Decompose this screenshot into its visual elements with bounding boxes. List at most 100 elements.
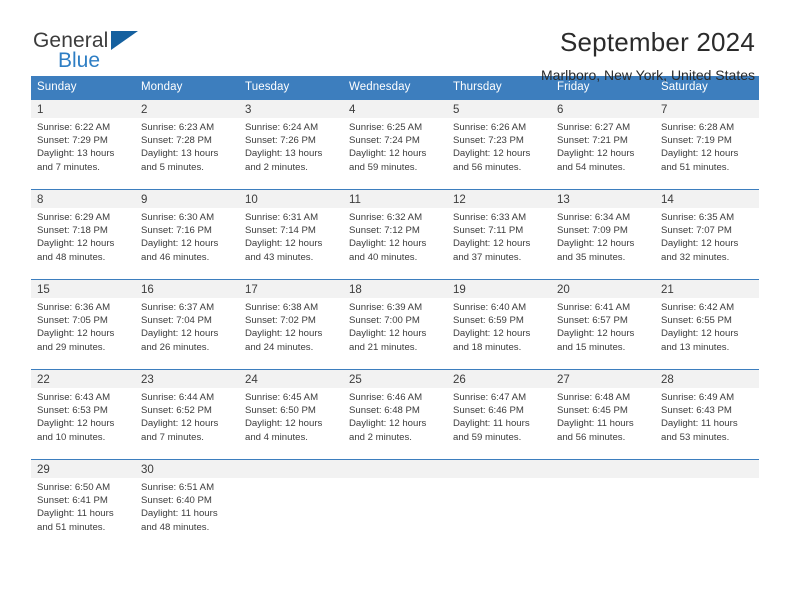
calendar-day-cell[interactable]: 14 Sunrise: 6:35 AM Sunset: 7:07 PM Dayligh… xyxy=(655,189,759,279)
daylight-text-line2: and 4 minutes. xyxy=(245,431,308,443)
logo-general-blue[interactable]: General Blue xyxy=(33,26,143,72)
sunset-text: Sunset: 7:29 PM xyxy=(37,135,108,147)
daylight-text-line1: Daylight: 12 hours xyxy=(661,328,739,340)
day-number xyxy=(551,459,655,478)
day-number: 22 xyxy=(31,369,135,388)
day-number xyxy=(239,459,343,478)
day-sun-info: Sunrise: 6:22 AM Sunset: 7:29 PM Daylight:… xyxy=(31,118,135,187)
calendar-day-cell[interactable]: 15 Sunrise: 6:36 AM Sunset: 7:05 PM Dayligh… xyxy=(31,279,135,369)
daylight-text-line1: Daylight: 13 hours xyxy=(245,148,323,160)
sunrise-text: Sunrise: 6:36 AM xyxy=(37,302,111,313)
calendar-day-cell[interactable]: 20 Sunrise: 6:41 AM Sunset: 6:57 PM Dayligh… xyxy=(551,279,655,369)
day-sun-info: Sunrise: 6:33 AM Sunset: 7:11 PM Daylight:… xyxy=(447,208,551,277)
calendar-week-row: 22 Sunrise: 6:43 AM Sunset: 6:53 PM Dayligh… xyxy=(31,369,759,459)
calendar-day-cell[interactable]: 19 Sunrise: 6:40 AM Sunset: 6:59 PM Dayligh… xyxy=(447,279,551,369)
sunset-text: Sunset: 7:23 PM xyxy=(453,135,524,147)
sunrise-text: Sunrise: 6:22 AM xyxy=(37,122,111,133)
sunset-text: Sunset: 6:48 PM xyxy=(349,405,420,417)
calendar-day-cell[interactable]: 6 Sunrise: 6:27 AM Sunset: 7:21 PM Daylight… xyxy=(551,99,655,189)
calendar-day-cell[interactable]: 4 Sunrise: 6:25 AM Sunset: 7:24 PM Daylight… xyxy=(343,99,447,189)
daylight-text-line1: Daylight: 12 hours xyxy=(141,418,219,430)
calendar-day-cell[interactable]: 24 Sunrise: 6:45 AM Sunset: 6:50 PM Dayligh… xyxy=(239,369,343,459)
calendar-day-cell[interactable]: 27 Sunrise: 6:48 AM Sunset: 6:45 PM Dayligh… xyxy=(551,369,655,459)
daylight-text-line1: Daylight: 13 hours xyxy=(37,148,115,160)
sunset-text: Sunset: 7:24 PM xyxy=(349,135,420,147)
calendar-day-cell[interactable]: 11 Sunrise: 6:32 AM Sunset: 7:12 PM Dayligh… xyxy=(343,189,447,279)
calendar-day-cell[interactable]: 3 Sunrise: 6:24 AM Sunset: 7:26 PM Daylight… xyxy=(239,99,343,189)
calendar-day-cell[interactable]: 28 Sunrise: 6:49 AM Sunset: 6:43 PM Dayligh… xyxy=(655,369,759,459)
daylight-text-line1: Daylight: 12 hours xyxy=(37,418,115,430)
calendar-day-cell[interactable]: 1 Sunrise: 6:22 AM Sunset: 7:29 PM Daylight… xyxy=(31,99,135,189)
sunrise-text: Sunrise: 6:48 AM xyxy=(557,392,631,403)
daylight-text-line1: Daylight: 12 hours xyxy=(245,238,323,250)
calendar-day-cell[interactable]: 17 Sunrise: 6:38 AM Sunset: 7:02 PM Dayligh… xyxy=(239,279,343,369)
calendar-day-cell[interactable]: 12 Sunrise: 6:33 AM Sunset: 7:11 PM Dayligh… xyxy=(447,189,551,279)
day-sun-info: Sunrise: 6:23 AM Sunset: 7:28 PM Daylight:… xyxy=(135,118,239,187)
sunrise-text: Sunrise: 6:30 AM xyxy=(141,212,215,223)
logo-text-blue: Blue xyxy=(58,49,101,72)
day-number: 17 xyxy=(239,279,343,298)
day-sun-info: Sunrise: 6:50 AM Sunset: 6:41 PM Daylight:… xyxy=(31,478,135,547)
day-number: 9 xyxy=(135,189,239,208)
page-header: General Blue September 2024 Marlboro, Ne… xyxy=(0,0,792,83)
calendar-day-cell[interactable]: 21 Sunrise: 6:42 AM Sunset: 6:55 PM Dayligh… xyxy=(655,279,759,369)
calendar-day-cell-empty xyxy=(447,459,551,555)
day-number: 6 xyxy=(551,99,655,118)
day-sun-info: Sunrise: 6:38 AM Sunset: 7:02 PM Daylight:… xyxy=(239,298,343,367)
day-sun-info: Sunrise: 6:24 AM Sunset: 7:26 PM Daylight:… xyxy=(239,118,343,187)
calendar-day-cell[interactable]: 2 Sunrise: 6:23 AM Sunset: 7:28 PM Daylight… xyxy=(135,99,239,189)
daylight-text-line2: and 37 minutes. xyxy=(453,251,522,263)
calendar-day-cell[interactable]: 30 Sunrise: 6:51 AM Sunset: 6:40 PM Dayligh… xyxy=(135,459,239,555)
calendar-day-cell[interactable]: 7 Sunrise: 6:28 AM Sunset: 7:19 PM Daylight… xyxy=(655,99,759,189)
daylight-text-line2: and 18 minutes. xyxy=(453,341,522,353)
daylight-text-line1: Daylight: 12 hours xyxy=(141,238,219,250)
calendar-day-cell[interactable]: 13 Sunrise: 6:34 AM Sunset: 7:09 PM Dayligh… xyxy=(551,189,655,279)
day-sun-info: Sunrise: 6:40 AM Sunset: 6:59 PM Daylight:… xyxy=(447,298,551,367)
day-sun-info: Sunrise: 6:42 AM Sunset: 6:55 PM Daylight:… xyxy=(655,298,759,367)
calendar-day-cell[interactable]: 16 Sunrise: 6:37 AM Sunset: 7:04 PM Dayligh… xyxy=(135,279,239,369)
day-number: 19 xyxy=(447,279,551,298)
daylight-text-line2: and 2 minutes. xyxy=(349,431,412,443)
daylight-text-line2: and 32 minutes. xyxy=(661,251,730,263)
logo-triangle-icon xyxy=(111,31,138,50)
calendar-day-cell[interactable]: 5 Sunrise: 6:26 AM Sunset: 7:23 PM Daylight… xyxy=(447,99,551,189)
daylight-text-line2: and 5 minutes. xyxy=(141,161,204,173)
day-number: 24 xyxy=(239,369,343,388)
sunset-text: Sunset: 7:00 PM xyxy=(349,315,420,327)
calendar-day-cell[interactable]: 8 Sunrise: 6:29 AM Sunset: 7:18 PM Daylight… xyxy=(31,189,135,279)
sunset-text: Sunset: 7:12 PM xyxy=(349,225,420,237)
day-sun-info: Sunrise: 6:37 AM Sunset: 7:04 PM Daylight:… xyxy=(135,298,239,367)
daylight-text-line2: and 48 minutes. xyxy=(141,521,210,533)
calendar-day-cell[interactable]: 26 Sunrise: 6:47 AM Sunset: 6:46 PM Dayligh… xyxy=(447,369,551,459)
sunrise-text: Sunrise: 6:44 AM xyxy=(141,392,215,403)
daylight-text-line1: Daylight: 12 hours xyxy=(37,328,115,340)
day-sun-info: Sunrise: 6:34 AM Sunset: 7:09 PM Daylight:… xyxy=(551,208,655,277)
calendar-day-cell[interactable]: 22 Sunrise: 6:43 AM Sunset: 6:53 PM Dayligh… xyxy=(31,369,135,459)
calendar-day-cell[interactable]: 18 Sunrise: 6:39 AM Sunset: 7:00 PM Dayligh… xyxy=(343,279,447,369)
calendar-day-cell[interactable]: 25 Sunrise: 6:46 AM Sunset: 6:48 PM Dayligh… xyxy=(343,369,447,459)
day-number xyxy=(447,459,551,478)
day-number: 20 xyxy=(551,279,655,298)
daylight-text-line1: Daylight: 11 hours xyxy=(557,418,634,430)
calendar-day-cell[interactable]: 29 Sunrise: 6:50 AM Sunset: 6:41 PM Dayligh… xyxy=(31,459,135,555)
daylight-text-line1: Daylight: 12 hours xyxy=(661,238,739,250)
day-sun-info: Sunrise: 6:46 AM Sunset: 6:48 PM Daylight:… xyxy=(343,388,447,457)
calendar-day-cell[interactable]: 10 Sunrise: 6:31 AM Sunset: 7:14 PM Dayligh… xyxy=(239,189,343,279)
day-number: 13 xyxy=(551,189,655,208)
day-number xyxy=(343,459,447,478)
sunrise-text: Sunrise: 6:47 AM xyxy=(453,392,527,403)
calendar-day-cell[interactable]: 9 Sunrise: 6:30 AM Sunset: 7:16 PM Daylight… xyxy=(135,189,239,279)
day-sun-info: Sunrise: 6:29 AM Sunset: 7:18 PM Daylight:… xyxy=(31,208,135,277)
calendar-day-cell-empty xyxy=(655,459,759,555)
daylight-text-line1: Daylight: 12 hours xyxy=(349,238,427,250)
daylight-text-line1: Daylight: 11 hours xyxy=(141,508,218,520)
daylight-text-line2: and 35 minutes. xyxy=(557,251,626,263)
sunset-text: Sunset: 7:18 PM xyxy=(37,225,108,237)
calendar-day-cell[interactable]: 23 Sunrise: 6:44 AM Sunset: 6:52 PM Dayligh… xyxy=(135,369,239,459)
sunrise-text: Sunrise: 6:29 AM xyxy=(37,212,111,223)
day-sun-info: Sunrise: 6:48 AM Sunset: 6:45 PM Daylight:… xyxy=(551,388,655,457)
daylight-text-line1: Daylight: 12 hours xyxy=(349,418,427,430)
daylight-text-line2: and 10 minutes. xyxy=(37,431,106,443)
daylight-text-line1: Daylight: 12 hours xyxy=(141,328,219,340)
sunset-text: Sunset: 7:05 PM xyxy=(37,315,108,327)
